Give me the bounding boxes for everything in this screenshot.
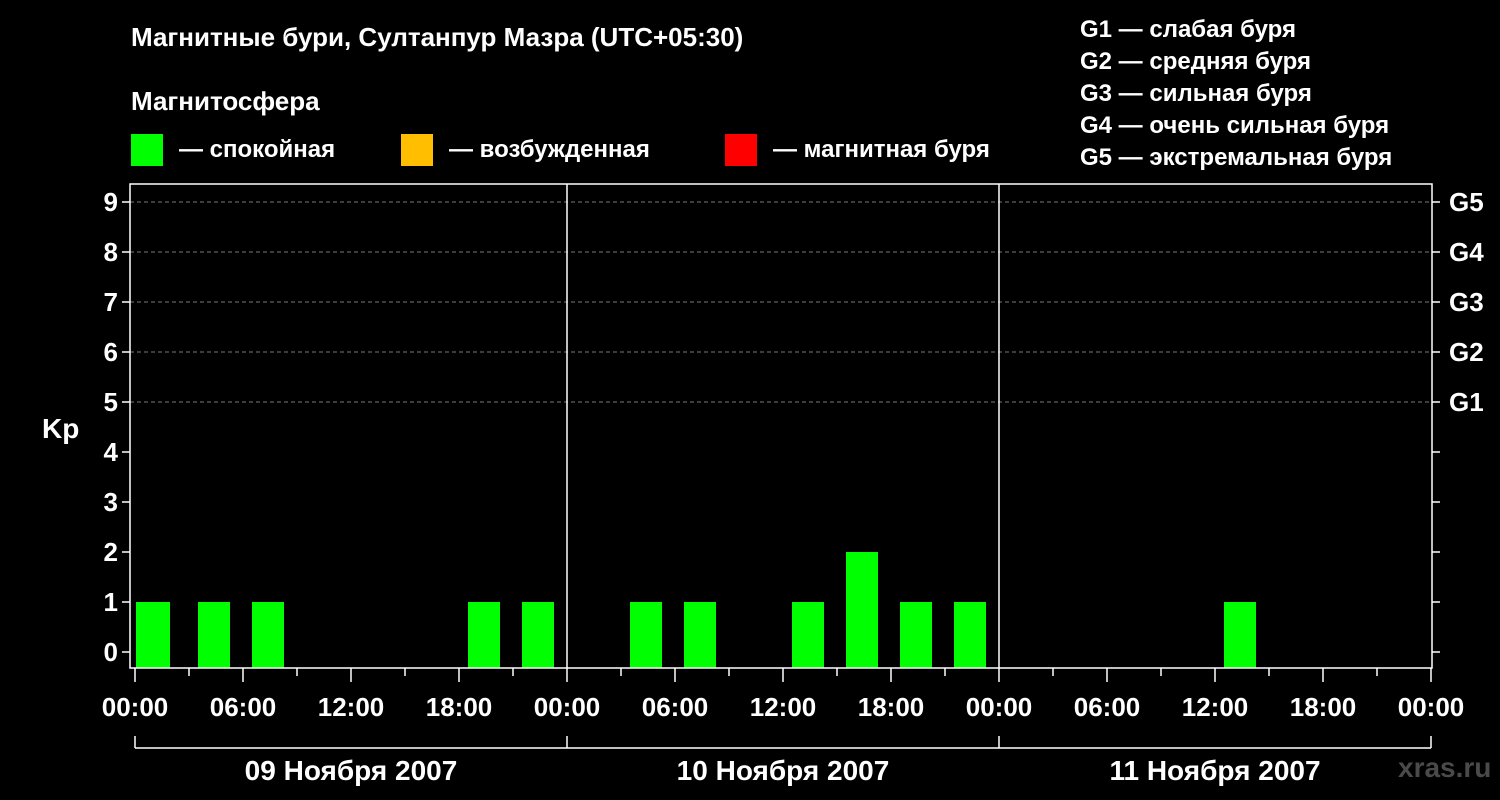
x-tick-label-3: 18:00 xyxy=(426,692,493,722)
bar-10 xyxy=(954,602,986,668)
x-tick-label-1: 06:00 xyxy=(210,692,277,722)
x-tick-label-7: 18:00 xyxy=(858,692,925,722)
bar-0 xyxy=(136,602,170,668)
y-tick-label-9: 9 xyxy=(104,187,118,217)
y-tick-label-2: 2 xyxy=(104,537,118,567)
bar-2 xyxy=(252,602,284,668)
bar-7 xyxy=(792,602,824,668)
day-label-1: 10 Ноября 2007 xyxy=(677,755,890,786)
x-tick-label-0: 00:00 xyxy=(102,692,169,722)
bar-8 xyxy=(846,552,878,668)
y-tick-label-1: 1 xyxy=(104,587,118,617)
bar-9 xyxy=(900,602,932,668)
x-tick-label-5: 06:00 xyxy=(642,692,709,722)
x-tick-label-10: 12:00 xyxy=(1182,692,1249,722)
bar-11 xyxy=(1224,602,1256,668)
x-tick-label-4: 00:00 xyxy=(534,692,601,722)
y-tick-label-5: 5 xyxy=(104,387,118,417)
kp-bar-chart: 0 1 2 3 4 5 6 7 8 9 G1 G2 G3 G4 G5 Kp 00:00 06:00 12:00 18:… xyxy=(42,183,1484,786)
y-tick-label-0: 0 xyxy=(104,637,118,667)
y-tick-label-7: 7 xyxy=(104,287,118,317)
y-tick-label-8: 8 xyxy=(104,237,118,267)
x-tick-label-12: 00:00 xyxy=(1398,692,1465,722)
x-tick-label-11: 18:00 xyxy=(1290,692,1357,722)
day-label-0: 09 Ноября 2007 xyxy=(245,755,458,786)
bar-5 xyxy=(630,602,662,668)
g-tick-label-g5: G5 xyxy=(1449,187,1484,217)
g-tick-label-g4: G4 xyxy=(1449,237,1484,267)
bar-1 xyxy=(198,602,230,668)
g-tick-label-g1: G1 xyxy=(1449,387,1484,417)
bar-3 xyxy=(468,602,500,668)
x-tick-label-8: 00:00 xyxy=(966,692,1033,722)
plot-frame xyxy=(129,183,1433,669)
x-tick-label-9: 06:00 xyxy=(1074,692,1141,722)
x-tick-label-6: 12:00 xyxy=(750,692,817,722)
y-axis-label: Kp xyxy=(42,413,79,444)
watermark: xras.ru xyxy=(1398,752,1492,783)
x-tick-label-2: 12:00 xyxy=(318,692,385,722)
bar-4 xyxy=(522,602,554,668)
y-tick-label-6: 6 xyxy=(104,337,118,367)
y-tick-label-4: 4 xyxy=(104,437,119,467)
bar-6 xyxy=(684,602,716,668)
y-tick-label-3: 3 xyxy=(104,487,118,517)
g-tick-label-g3: G3 xyxy=(1449,287,1484,317)
day-label-2: 11 Ноября 2007 xyxy=(1109,755,1320,786)
g-tick-label-g2: G2 xyxy=(1449,337,1484,367)
